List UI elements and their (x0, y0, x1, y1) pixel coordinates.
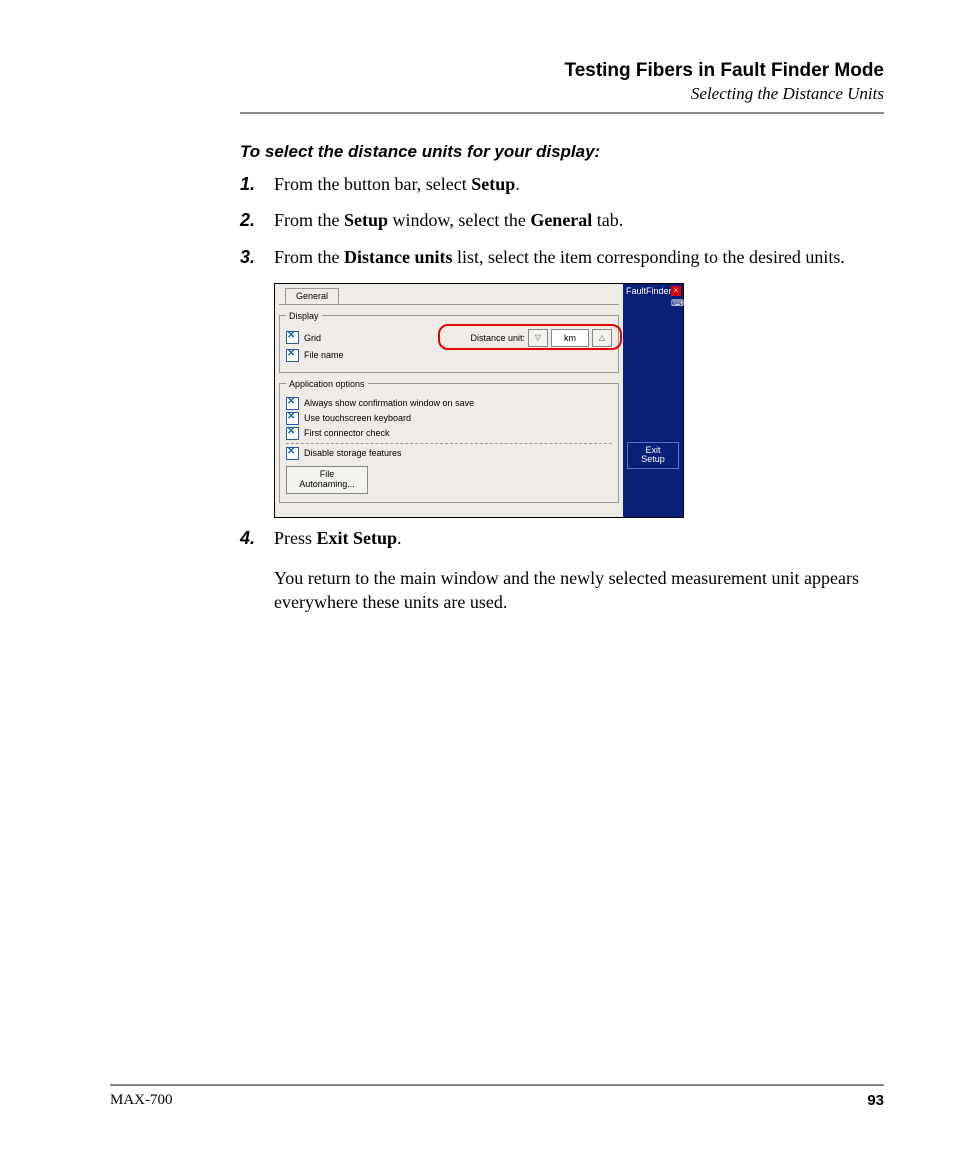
checkbox-first-connector-label: First connector check (304, 428, 390, 438)
step-3: 3. From the Distance units list, select … (240, 245, 884, 269)
footer-model: MAX-700 (110, 1092, 173, 1109)
checkbox-touch-keyboard-label: Use touchscreen keyboard (304, 413, 411, 423)
step-number: 3. (240, 245, 274, 269)
checkbox-confirm-save[interactable] (286, 397, 299, 410)
exit-setup-button[interactable]: Exit Setup (627, 442, 679, 469)
group-display-legend: Display (286, 311, 322, 321)
step-list-continued: 4. Press Exit Setup. (240, 526, 884, 550)
distance-unit-up-button[interactable]: △ (592, 329, 612, 347)
close-icon[interactable]: × (671, 286, 681, 296)
distance-unit-label: Distance unit: (470, 333, 525, 343)
step-number: 4. (240, 526, 274, 550)
sidebar: FaultFinder × ⌨ Exit Setup (623, 284, 683, 517)
checkbox-confirm-save-label: Always show confirmation window on save (304, 398, 474, 408)
footer-rule (110, 1084, 884, 1086)
step-text: From the Setup window, select the Genera… (274, 208, 884, 232)
app-screenshot: General Display Grid Distance unit: ▽ km… (274, 283, 684, 518)
checkbox-grid-label: Grid (304, 333, 321, 343)
footer-page-number: 93 (867, 1092, 884, 1109)
closing-paragraph: You return to the main window and the ne… (274, 566, 884, 615)
header-rule (240, 112, 884, 114)
keyboard-icon[interactable]: ⌨ (671, 298, 681, 308)
intro-heading: To select the distance units for your di… (240, 142, 884, 162)
step-4: 4. Press Exit Setup. (240, 526, 884, 550)
checkbox-disable-storage[interactable] (286, 447, 299, 460)
group-application-legend: Application options (286, 379, 368, 389)
file-autonaming-button[interactable]: File Autonaming... (286, 466, 368, 494)
step-number: 1. (240, 172, 274, 196)
distance-unit-down-button[interactable]: ▽ (528, 329, 548, 347)
step-list: 1. From the button bar, select Setup. 2.… (240, 172, 884, 269)
checkbox-filename[interactable] (286, 349, 299, 362)
step-text: From the Distance units list, select the… (274, 245, 884, 269)
group-application-options: Application options Always show confirma… (279, 379, 619, 503)
checkbox-disable-storage-label: Disable storage features (304, 448, 402, 458)
group-display: Display Grid Distance unit: ▽ km △ File … (279, 311, 619, 373)
distance-unit-value: km (551, 329, 589, 347)
step-2: 2. From the Setup window, select the Gen… (240, 208, 884, 232)
step-text: From the button bar, select Setup. (274, 172, 884, 196)
tab-row: General (279, 288, 619, 305)
checkbox-filename-label: File name (304, 350, 344, 360)
step-text: Press Exit Setup. (274, 526, 884, 550)
page-footer: MAX-700 93 (110, 1084, 884, 1109)
checkbox-first-connector[interactable] (286, 427, 299, 440)
page-header: Testing Fibers in Fault Finder Mode Sele… (240, 60, 884, 114)
step-1: 1. From the button bar, select Setup. (240, 172, 884, 196)
step-number: 2. (240, 208, 274, 232)
header-title: Testing Fibers in Fault Finder Mode (240, 60, 884, 82)
checkbox-grid[interactable] (286, 331, 299, 344)
checkbox-touch-keyboard[interactable] (286, 412, 299, 425)
header-subtitle: Selecting the Distance Units (240, 84, 884, 104)
tab-general[interactable]: General (285, 288, 339, 304)
